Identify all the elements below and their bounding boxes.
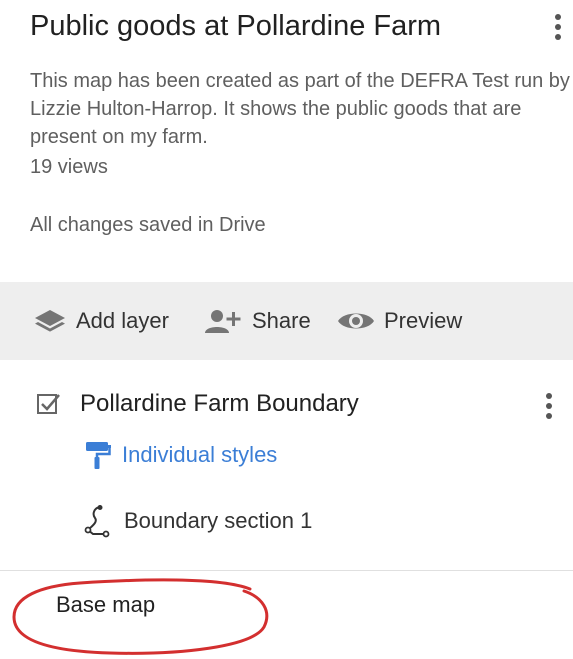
- add-layer-button[interactable]: Add layer: [32, 282, 169, 360]
- layer-name[interactable]: Pollardine Farm Boundary: [80, 390, 359, 418]
- layers-icon: [35, 310, 65, 332]
- person-add-icon: [205, 310, 241, 333]
- feature-label: Boundary section 1: [124, 508, 313, 533]
- preview-label: Preview: [384, 308, 463, 333]
- layer-visibility-checkbox[interactable]: [36, 391, 62, 417]
- add-layer-label: Add layer: [76, 308, 169, 333]
- more-vert-icon: [541, 386, 557, 426]
- section-divider: [0, 570, 573, 571]
- map-description[interactable]: This map has been created as part of the…: [30, 67, 570, 151]
- preview-button[interactable]: Preview: [336, 282, 462, 360]
- share-button[interactable]: Share: [202, 282, 311, 360]
- base-map-button[interactable]: Base map: [56, 592, 155, 618]
- more-vert-icon: [550, 10, 566, 44]
- checkbox-checked-icon: [37, 394, 60, 414]
- share-label: Share: [252, 308, 311, 333]
- map-options-menu-button[interactable]: [550, 10, 566, 44]
- map-panel: Public goods at Pollardine Farm This map…: [0, 0, 573, 659]
- individual-styles-label: Individual styles: [122, 442, 278, 467]
- save-status: All changes saved in Drive: [30, 214, 266, 236]
- line-path-icon: [84, 505, 110, 538]
- view-count: 19 views: [30, 156, 108, 178]
- paint-roller-icon: [86, 442, 111, 469]
- individual-styles-link[interactable]: Individual styles: [82, 438, 277, 472]
- eye-icon: [338, 313, 374, 329]
- layer-toolbar: Add layer Share Preview: [0, 282, 573, 360]
- layer-options-menu-button[interactable]: [541, 386, 557, 426]
- map-title[interactable]: Public goods at Pollardine Farm: [30, 10, 441, 43]
- feature-item-boundary-section-1[interactable]: Boundary section 1: [82, 503, 312, 539]
